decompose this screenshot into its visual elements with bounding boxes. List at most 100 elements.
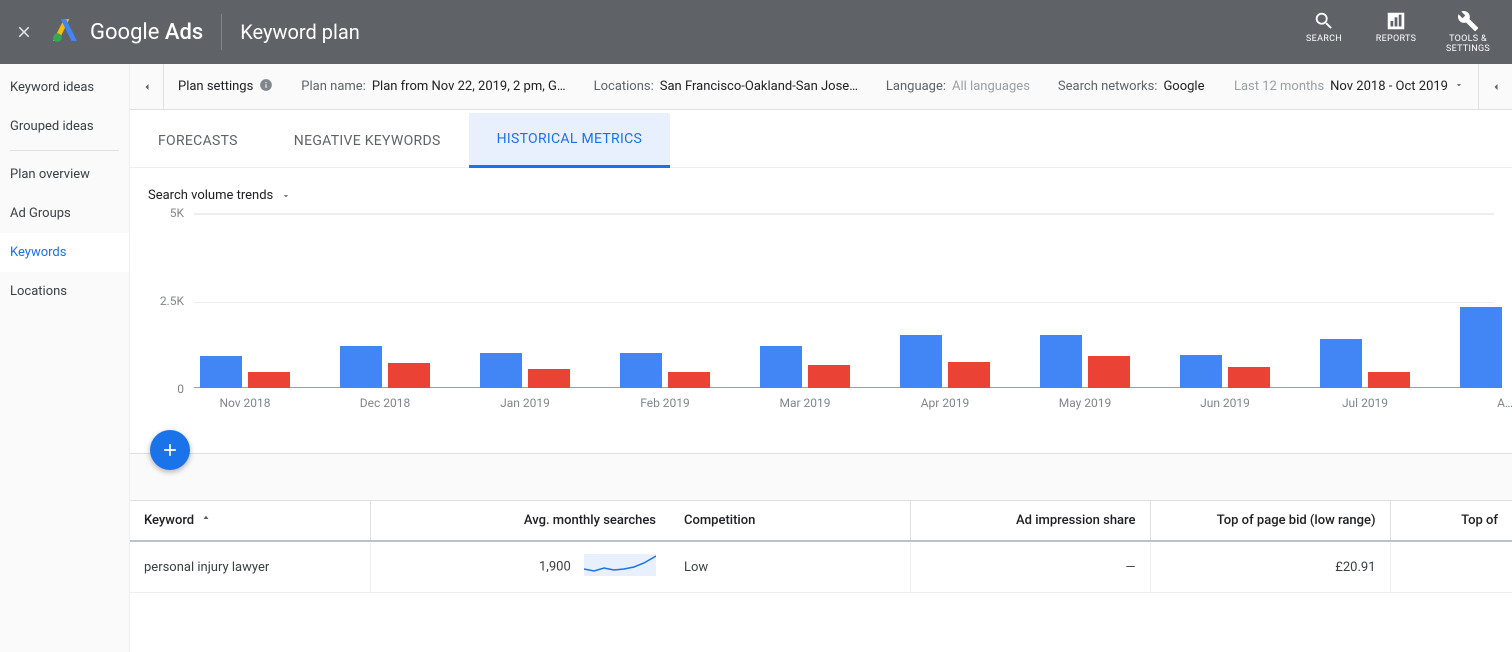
- settings-scroll-left[interactable]: [130, 64, 164, 110]
- language-setting[interactable]: Language: All languages: [872, 79, 1044, 94]
- bar: [1040, 335, 1082, 388]
- nav-grouped-ideas[interactable]: Grouped ideas: [0, 107, 129, 146]
- bar: [1320, 339, 1362, 388]
- header-actions: SEARCH REPORTS TOOLS & SETTINGS: [1298, 10, 1512, 55]
- sparkline: [584, 554, 656, 580]
- bar: [760, 346, 802, 388]
- bar: [948, 362, 990, 388]
- product-name: Google Ads: [90, 20, 203, 45]
- tab-negative-keywords[interactable]: NEGATIVE KEYWORDS: [266, 115, 469, 167]
- x-tick-label: May 2019: [1030, 396, 1140, 410]
- bar-group: [340, 346, 450, 388]
- networks-setting[interactable]: Search networks: Google: [1044, 79, 1219, 94]
- cell-competition: Low: [670, 541, 910, 593]
- left-navigation: Keyword ideas Grouped ideas Plan overvie…: [0, 64, 130, 652]
- search-label: SEARCH: [1306, 35, 1342, 45]
- keyword-table-wrap: Keyword Avg. monthly searches Competitio…: [130, 453, 1512, 593]
- page-title: Keyword plan: [240, 20, 360, 44]
- tools-settings-button[interactable]: TOOLS & SETTINGS: [1442, 10, 1494, 55]
- bar-group: [1180, 355, 1290, 388]
- x-tick-label: Jun 2019: [1170, 396, 1280, 410]
- chart-area: 5K2.5K0 Nov 2018Dec 2018Jan 2019Feb 2019…: [148, 213, 1494, 423]
- col-top-bid-high-truncated[interactable]: Top of: [1390, 501, 1512, 542]
- bar-group: [1460, 307, 1512, 388]
- x-tick-label: Dec 2018: [330, 396, 440, 410]
- reports-button[interactable]: REPORTS: [1370, 10, 1422, 45]
- product-brand: Google Ads: [48, 17, 203, 47]
- bar-group: [1320, 339, 1430, 388]
- col-competition[interactable]: Competition: [670, 501, 910, 542]
- bar: [528, 369, 570, 388]
- cell-top-bid-low: £20.91: [1150, 541, 1390, 593]
- cell-avg-searches: 1,900: [370, 541, 670, 593]
- chevron-left-icon: [141, 81, 153, 93]
- sort-ascending-icon: [197, 513, 211, 528]
- bar: [388, 363, 430, 388]
- reports-icon: [1385, 10, 1407, 32]
- y-tick-label: 5K: [170, 206, 184, 220]
- bar: [668, 372, 710, 388]
- chevron-down-icon: [281, 191, 291, 201]
- bar: [620, 353, 662, 388]
- chart-metric-dropdown[interactable]: Search volume trends: [148, 188, 291, 203]
- cell-impression-share: —: [910, 541, 1150, 593]
- nav-plan-overview[interactable]: Plan overview: [0, 155, 129, 194]
- wrench-icon: [1457, 10, 1479, 32]
- x-tick-label: Apr 2019: [890, 396, 1000, 410]
- bar: [1228, 367, 1270, 388]
- search-button[interactable]: SEARCH: [1298, 10, 1350, 45]
- divider: [221, 14, 222, 50]
- bar-group: [480, 353, 590, 388]
- x-axis-labels: Nov 2018Dec 2018Jan 2019Feb 2019Mar 2019…: [194, 388, 1494, 422]
- tab-forecasts[interactable]: FORECASTS: [130, 115, 266, 167]
- nav-keywords[interactable]: Keywords: [0, 233, 129, 272]
- x-tick-label: A…: [1450, 396, 1512, 410]
- tab-historical-metrics[interactable]: HISTORICAL METRICS: [469, 113, 671, 168]
- x-tick-label: Nov 2018: [190, 396, 300, 410]
- y-tick-label: 0: [177, 382, 184, 396]
- reports-label: REPORTS: [1376, 35, 1416, 45]
- chart-section: Search volume trends 5K2.5K0 Nov 2018Dec…: [130, 168, 1512, 453]
- daterange-prev[interactable]: [1478, 64, 1512, 110]
- col-keyword[interactable]: Keyword: [130, 501, 370, 542]
- col-avg-searches[interactable]: Avg. monthly searches: [370, 501, 670, 542]
- bar-group: [900, 335, 1010, 388]
- y-tick-label: 2.5K: [160, 294, 184, 308]
- x-tick-label: Jul 2019: [1310, 396, 1420, 410]
- bar-group: [620, 353, 730, 388]
- plan-settings-label[interactable]: Plan settings: [164, 78, 287, 96]
- nav-keyword-ideas[interactable]: Keyword ideas: [0, 68, 129, 107]
- plan-tabs: FORECASTS NEGATIVE KEYWORDS HISTORICAL M…: [130, 110, 1512, 168]
- close-icon: [15, 23, 33, 41]
- col-impression-share[interactable]: Ad impression share: [910, 501, 1150, 542]
- add-keyword-fab[interactable]: [150, 430, 190, 470]
- keyword-table: Keyword Avg. monthly searches Competitio…: [130, 500, 1512, 593]
- y-axis: 5K2.5K0: [148, 213, 188, 388]
- cell-top-bid-high: [1390, 541, 1512, 593]
- close-button[interactable]: [0, 23, 48, 41]
- bar: [248, 372, 290, 388]
- bar-group: [200, 356, 310, 388]
- daterange-setting[interactable]: Last 12 months Nov 2018 - Oct 2019: [1220, 79, 1478, 94]
- col-top-bid-low[interactable]: Top of page bid (low range): [1150, 501, 1390, 542]
- bar: [1180, 355, 1222, 388]
- cell-keyword: personal injury lawyer: [130, 541, 370, 593]
- x-tick-label: Mar 2019: [750, 396, 860, 410]
- bar-group: [1040, 335, 1150, 388]
- x-tick-label: Jan 2019: [470, 396, 580, 410]
- table-row[interactable]: personal injury lawyer 1,900 Low — £20.9…: [130, 541, 1512, 593]
- bar: [1088, 356, 1130, 388]
- main-content: FORECASTS NEGATIVE KEYWORDS HISTORICAL M…: [130, 110, 1512, 652]
- bar: [1460, 307, 1502, 388]
- google-ads-logo-icon: [52, 17, 78, 47]
- bar: [808, 365, 850, 388]
- tools-label: TOOLS & SETTINGS: [1442, 35, 1494, 55]
- search-icon: [1313, 10, 1335, 32]
- gridline: [194, 214, 1494, 215]
- bar: [340, 346, 382, 388]
- plus-icon: [160, 440, 180, 460]
- nav-locations[interactable]: Locations: [0, 272, 129, 311]
- nav-ad-groups[interactable]: Ad Groups: [0, 194, 129, 233]
- locations-setting[interactable]: Locations: San Francisco-Oakland-San Jos…: [580, 79, 872, 94]
- plan-name-setting[interactable]: Plan name: Plan from Nov 22, 2019, 2 pm,…: [287, 79, 579, 94]
